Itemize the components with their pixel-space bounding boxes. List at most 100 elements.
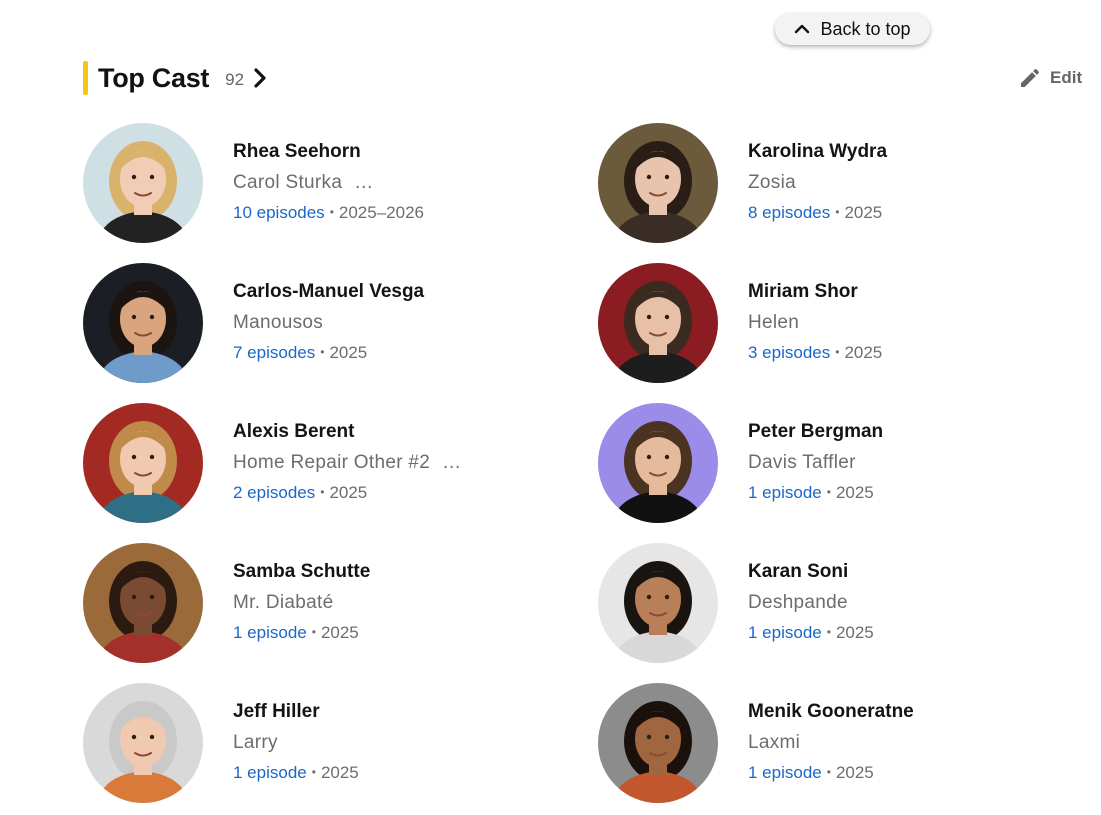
character-name: Larry — [233, 732, 278, 753]
cast-info: Miriam Shor Helen 3 episodes • 2025 — [748, 281, 882, 363]
portrait-image — [83, 403, 203, 523]
separator-dot: • — [320, 485, 325, 499]
cast-item: Carlos-Manuel Vesga Manousos 7 episodes • 20… — [83, 263, 563, 383]
character-role: Manousos — [233, 312, 424, 334]
character-role: Deshpande — [748, 592, 874, 614]
years-range: 2025 — [844, 343, 883, 362]
actor-name-link[interactable]: Peter Bergman — [748, 421, 883, 443]
portrait-image — [598, 403, 718, 523]
portrait-image — [598, 263, 718, 383]
separator-dot: • — [826, 625, 831, 639]
character-role: Mr. Diabaté — [233, 592, 370, 614]
years-range: 2025 — [320, 763, 359, 782]
separator-dot: • — [835, 345, 840, 359]
actor-name-link[interactable]: Samba Schutte — [233, 561, 370, 583]
cast-info: Jeff Hiller Larry 1 episode • 2025 — [233, 701, 359, 783]
cast-avatar[interactable] — [598, 403, 718, 523]
years-range: 2025 — [844, 203, 883, 222]
section-accent-bar — [83, 61, 88, 95]
cast-info: Carlos-Manuel Vesga Manousos 7 episodes • 20… — [233, 281, 424, 363]
separator-dot: • — [329, 205, 334, 219]
episodes-link[interactable]: 1 episode — [748, 623, 822, 642]
episodes-link[interactable]: 10 episodes — [233, 203, 325, 222]
years-range: 2025–2026 — [338, 203, 424, 222]
portrait-image — [83, 263, 203, 383]
pencil-icon — [1021, 68, 1040, 87]
character-role: Helen — [748, 312, 882, 334]
cast-info: Karan Soni Deshpande 1 episode • 2025 — [748, 561, 874, 643]
episode-meta: 8 episodes • 2025 — [748, 203, 887, 223]
character-role: Laxmi — [748, 732, 914, 754]
separator-dot: • — [826, 485, 831, 499]
character-name: Home Repair Other #2 — [233, 452, 431, 473]
cast-info: Alexis Berent Home Repair Other #2 … 2 epis… — [233, 421, 461, 503]
cast-item: Jeff Hiller Larry 1 episode • 2025 — [83, 683, 563, 803]
cast-avatar[interactable] — [83, 263, 203, 383]
back-to-top-button[interactable]: Back to top — [775, 13, 930, 45]
character-name: Carol Sturka — [233, 172, 343, 193]
portrait-image — [598, 123, 718, 243]
actor-name-link[interactable]: Karolina Wydra — [748, 141, 887, 163]
cast-avatar[interactable] — [83, 683, 203, 803]
separator-dot: • — [320, 345, 325, 359]
episodes-link[interactable]: 1 episode — [748, 483, 822, 502]
episodes-link[interactable]: 1 episode — [233, 763, 307, 782]
character-name: Helen — [748, 312, 800, 333]
years-range: 2025 — [835, 763, 874, 782]
actor-name-link[interactable]: Menik Gooneratne — [748, 701, 914, 723]
years-range: 2025 — [835, 483, 874, 502]
separator-dot: • — [311, 765, 316, 779]
character-name: Davis Taffler — [748, 452, 856, 473]
portrait-image — [83, 123, 203, 243]
actor-name-link[interactable]: Karan Soni — [748, 561, 874, 583]
years-range: 2025 — [329, 483, 368, 502]
cast-avatar[interactable] — [83, 543, 203, 663]
cast-avatar[interactable] — [598, 683, 718, 803]
actor-name-link[interactable]: Alexis Berent — [233, 421, 461, 443]
separator-dot: • — [311, 625, 316, 639]
separator-dot: • — [835, 205, 840, 219]
cast-info: Menik Gooneratne Laxmi 1 episode • 2025 — [748, 701, 914, 783]
character-name: Deshpande — [748, 592, 848, 613]
actor-name-link[interactable]: Miriam Shor — [748, 281, 882, 303]
episodes-link[interactable]: 7 episodes — [233, 343, 315, 362]
section-title[interactable]: Top Cast — [98, 63, 209, 94]
edit-label: Edit — [1050, 68, 1083, 87]
episodes-link[interactable]: 1 episode — [233, 623, 307, 642]
cast-avatar[interactable] — [598, 543, 718, 663]
episodes-link[interactable]: 2 episodes — [233, 483, 315, 502]
character-role: Davis Taffler — [748, 452, 883, 474]
episodes-link[interactable]: 8 episodes — [748, 203, 830, 222]
portrait-image — [83, 683, 203, 803]
section-header: Top Cast 92 — [83, 60, 270, 96]
episode-meta: 2 episodes • 2025 — [233, 483, 461, 503]
episode-meta: 1 episode • 2025 — [748, 483, 883, 503]
episode-meta: 1 episode • 2025 — [748, 763, 914, 783]
cast-avatar[interactable] — [598, 263, 718, 383]
cast-count: 92 — [225, 70, 245, 89]
more-roles-ellipsis[interactable]: … — [442, 452, 461, 473]
edit-button[interactable]: Edit — [1018, 66, 1082, 90]
episodes-link[interactable]: 1 episode — [748, 763, 822, 782]
cast-avatar[interactable] — [598, 123, 718, 243]
cast-avatar[interactable] — [83, 123, 203, 243]
more-roles-ellipsis[interactable]: … — [354, 172, 373, 193]
cast-item: Karan Soni Deshpande 1 episode • 2025 — [598, 543, 1078, 663]
cast-info: Samba Schutte Mr. Diabaté 1 episode • 2025 — [233, 561, 370, 643]
cast-item: Karolina Wydra Zosia 8 episodes • 2025 — [598, 123, 1078, 243]
cast-info: Karolina Wydra Zosia 8 episodes • 2025 — [748, 141, 887, 223]
episode-meta: 1 episode • 2025 — [748, 623, 874, 643]
portrait-image — [598, 683, 718, 803]
cast-avatar[interactable] — [83, 403, 203, 523]
back-to-top-label: Back to top — [820, 18, 911, 39]
actor-name-link[interactable]: Jeff Hiller — [233, 701, 359, 723]
cast-info: Peter Bergman Davis Taffler 1 episode • 2025 — [748, 421, 883, 503]
chevron-right-icon[interactable] — [250, 66, 270, 90]
character-role: Zosia — [748, 172, 887, 194]
character-name: Manousos — [233, 312, 324, 333]
character-name: Laxmi — [748, 732, 801, 753]
cast-item: Peter Bergman Davis Taffler 1 episode • 2025 — [598, 403, 1078, 523]
actor-name-link[interactable]: Rhea Seehorn — [233, 141, 424, 163]
episodes-link[interactable]: 3 episodes — [748, 343, 830, 362]
actor-name-link[interactable]: Carlos-Manuel Vesga — [233, 281, 424, 303]
